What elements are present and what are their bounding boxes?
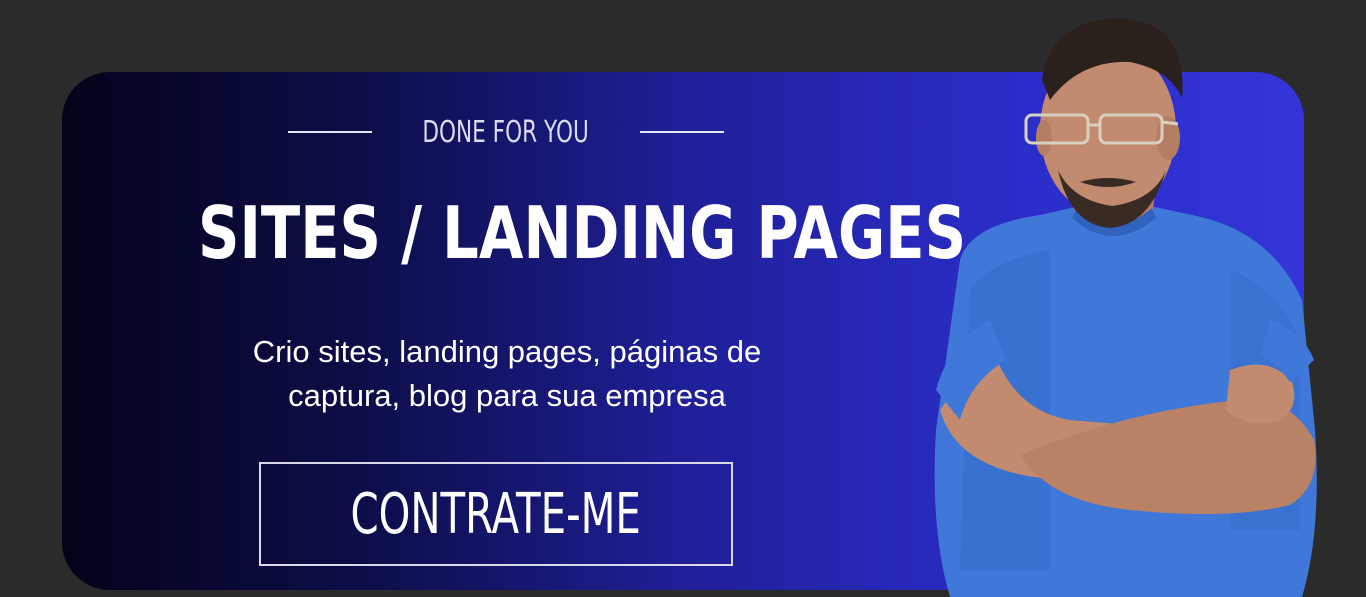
- eyebrow: DONE FOR YOU: [288, 110, 724, 154]
- banner-title: SITES / LANDING PAGES: [198, 191, 967, 275]
- description-line-2: captura, blog para sua empresa: [288, 378, 726, 413]
- eyebrow-line-left: [288, 131, 373, 133]
- eyebrow-line-right: [639, 131, 724, 133]
- eyebrow-text: DONE FOR YOU: [422, 114, 590, 150]
- banner-description: Crio sites, landing pages, páginas de ca…: [122, 330, 892, 418]
- person-photo-icon: [934, 18, 1317, 597]
- cta-label: CONTRATE-ME: [350, 481, 642, 547]
- description-line-1: Crio sites, landing pages, páginas de: [252, 334, 762, 369]
- contrate-me-button[interactable]: CONTRATE-ME: [259, 462, 733, 566]
